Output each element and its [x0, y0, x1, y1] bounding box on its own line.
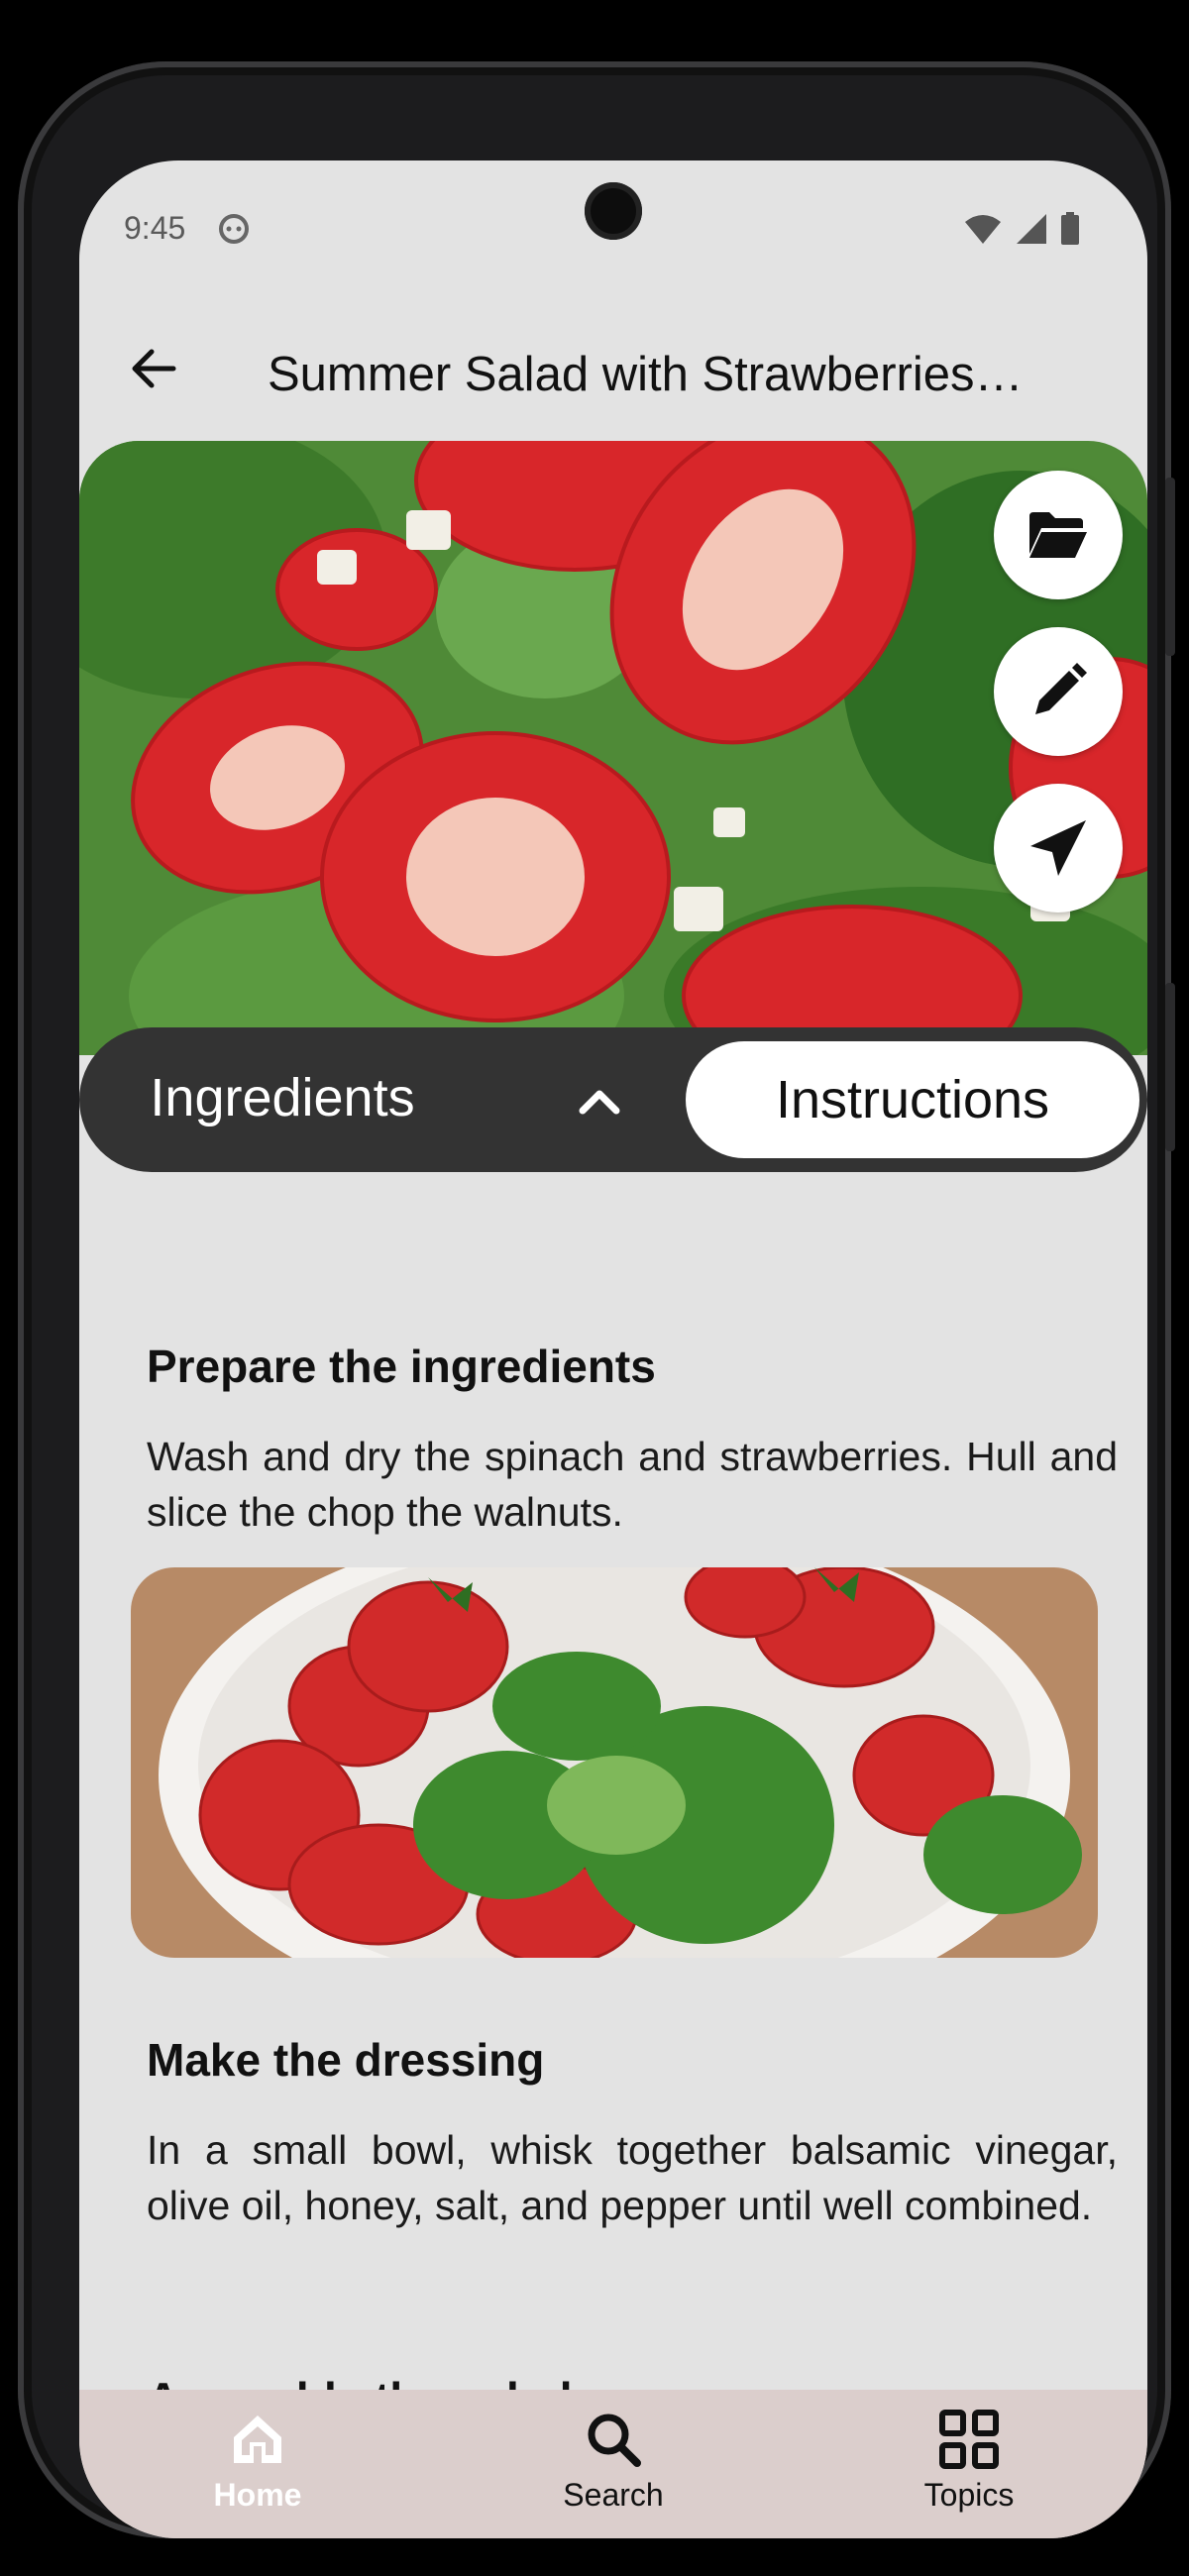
screen: 9:45 Summer Salad with Strawberries… Ing…: [79, 161, 1147, 2538]
nav-label: Search: [563, 2477, 664, 2513]
pencil-icon: [1035, 663, 1087, 714]
folder-open-icon: [1029, 512, 1087, 558]
step-image: [131, 1567, 1098, 1958]
strawberry-salad-photo: [79, 441, 1147, 1055]
nav-home[interactable]: Home: [159, 2408, 357, 2514]
share-button[interactable]: [994, 784, 1123, 912]
tab-switcher: Ingredients Instructions: [79, 1027, 1147, 1172]
home-icon: [234, 2415, 281, 2463]
nav-search[interactable]: Search: [514, 2408, 712, 2514]
nav-topics[interactable]: Topics: [870, 2408, 1068, 2514]
search-icon: [588, 2414, 641, 2467]
wifi-icon: [965, 215, 1001, 244]
status-time: 9:45: [124, 210, 186, 246]
power-button: [1165, 983, 1175, 1151]
step-title: Make the dressing: [147, 2034, 545, 2086]
folder-button[interactable]: [994, 471, 1123, 599]
volume-button: [1165, 478, 1175, 656]
hero-image: [79, 441, 1147, 1055]
android-notification-icon: [219, 214, 249, 244]
nav-label: Home: [213, 2477, 302, 2513]
strawberry-bowl-photo: [131, 1567, 1098, 1958]
tab-instructions[interactable]: Instructions: [686, 1041, 1139, 1158]
step-body: Wash and dry the spinach and strawberrie…: [147, 1434, 1118, 1535]
phone-frame: 9:45 Summer Salad with Strawberries… Ing…: [18, 61, 1175, 2538]
battery-icon: [1061, 212, 1079, 245]
top-app-bar: Summer Salad with Strawberries…: [79, 299, 1147, 438]
status-bar: 9:45: [79, 161, 1147, 299]
back-arrow-icon[interactable]: [124, 339, 183, 398]
send-icon: [1030, 820, 1086, 876]
nav-label: Topics: [923, 2477, 1015, 2513]
front-camera: [585, 182, 642, 240]
edit-button[interactable]: [994, 627, 1123, 756]
bottom-navigation: Home Search Topics: [79, 2390, 1147, 2538]
step-body: In a small bowl, whisk together balsamic…: [147, 2127, 1118, 2228]
grid-icon: [939, 2410, 999, 2469]
signal-icon: [1017, 214, 1046, 244]
tab-ingredients[interactable]: Ingredients: [119, 1067, 446, 1128]
step-title: Prepare the ingredients: [147, 1341, 656, 1392]
page-title: Summer Salad with Strawberries…: [268, 348, 1024, 401]
chevron-up-icon[interactable]: [575, 1077, 624, 1127]
status-icons: [963, 212, 1080, 246]
